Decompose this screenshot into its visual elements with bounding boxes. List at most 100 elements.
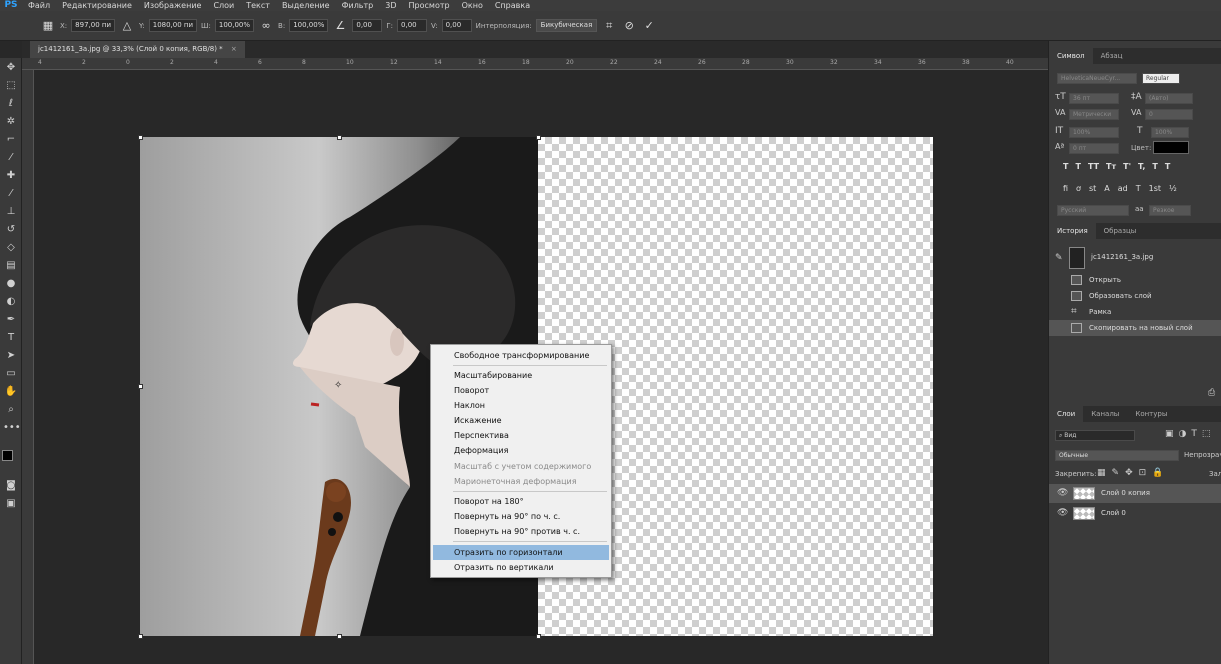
eraser-tool-icon[interactable]: ◇ [3,240,19,256]
relative-position-icon[interactable]: △ [119,18,135,34]
history-step-current[interactable]: Скопировать на новый слой [1049,320,1221,336]
reference-point-icon[interactable]: ▦ [40,18,56,34]
tab-history[interactable]: История [1049,223,1096,239]
context-menu-item[interactable]: Повернуть на 90° по ч. с. [433,509,609,524]
shape-tool-icon[interactable]: ▭ [3,366,19,382]
foreground-color-swatch[interactable] [2,450,13,461]
menu-edit[interactable]: Редактирование [56,1,138,10]
v-skew-field[interactable]: 0,00 [441,19,472,32]
leading-field[interactable]: (Авто) [1145,93,1193,104]
shape-filter-icon[interactable]: ⬚ [1202,429,1211,439]
superscript-button[interactable]: T' [1123,162,1131,171]
menu-help[interactable]: Справка [489,1,536,10]
tab-paths[interactable]: Контуры [1127,406,1175,422]
context-menu-item[interactable]: Поворот [433,383,609,398]
healing-brush-tool-icon[interactable]: ✚ [3,168,19,184]
adjustment-filter-icon[interactable]: ◑ [1179,429,1187,439]
snapshot-name[interactable]: jc1412161_3a.jpg [1091,253,1153,261]
small-caps-button[interactable]: Tт [1106,162,1116,171]
context-menu-item[interactable]: Перспектива [433,428,609,443]
reference-point-crosshair-icon[interactable]: ✧ [334,380,342,391]
subscript-button[interactable]: T, [1138,162,1145,171]
baseline-shift-field[interactable]: 0 пт [1069,143,1119,154]
old-style-button[interactable]: ơ [1076,184,1081,193]
history-brush-source-icon[interactable]: ✎ [1055,253,1063,263]
context-menu-item[interactable]: Свободное трансформирование [433,348,609,363]
cancel-transform-icon[interactable]: ⊘ [621,18,637,34]
layer-filter-select[interactable]: ⌕ Вид [1055,430,1135,441]
commit-transform-icon[interactable]: ✓ [641,18,657,34]
horizontal-scale-field[interactable]: 100% [1151,127,1189,138]
lock-all-icon[interactable]: 🔒 [1152,468,1163,478]
history-step[interactable]: ⌗ Рамка [1049,304,1221,320]
ligatures-button[interactable]: fi [1063,184,1068,193]
history-step[interactable]: Образовать слой [1049,288,1221,304]
type-tool-icon[interactable]: T [3,330,19,346]
tab-character[interactable]: Символ [1049,48,1093,64]
y-field[interactable]: 1080,00 пи [148,19,198,32]
gradient-tool-icon[interactable]: ▤ [3,258,19,274]
tab-layers[interactable]: Слои [1049,406,1084,422]
clone-stamp-tool-icon[interactable]: ⊥ [3,204,19,220]
underline-button[interactable]: T [1152,162,1157,171]
all-caps-button[interactable]: TT [1088,162,1099,171]
tab-paragraph[interactable]: Абзац [1093,48,1131,64]
crop-tool-icon[interactable]: ⌐ [3,132,19,148]
path-selection-tool-icon[interactable]: ➤ [3,348,19,364]
height-field[interactable]: 100,00% [289,19,329,32]
font-style-select[interactable]: Regular [1142,73,1180,84]
vertical-scale-field[interactable]: 100% [1069,127,1119,138]
context-menu-item[interactable]: Поворот на 180° [433,494,609,509]
font-family-select[interactable]: HelveticaNeueCyr... [1057,73,1137,84]
context-menu-item[interactable]: Деформация [433,443,609,458]
text-color-swatch[interactable] [1153,141,1189,154]
strikethrough-button[interactable]: T [1165,162,1170,171]
blend-mode-select[interactable]: Обычные [1055,450,1179,461]
tab-channels[interactable]: Каналы [1083,406,1127,422]
antialias-select[interactable]: Резкое [1149,205,1191,216]
context-menu-item[interactable]: Отразить по горизонтали [433,545,609,560]
quick-mask-icon[interactable]: ◙ [3,478,19,494]
visibility-eye-icon[interactable]: 👁 [1057,484,1068,503]
context-menu-item[interactable]: Повернуть на 90° против ч. с. [433,524,609,539]
close-tab-icon[interactable]: × [231,45,237,53]
context-menu-item[interactable]: Наклон [433,398,609,413]
width-field[interactable]: 100,00% [214,19,255,32]
tracking-field[interactable]: 0 [1145,109,1193,120]
menu-3d[interactable]: 3D [379,1,402,10]
angle-field[interactable]: 0,00 [352,19,383,32]
type-filter-icon[interactable]: T [1191,429,1197,439]
move-tool-icon[interactable]: ✥ [3,60,19,76]
lock-position-icon[interactable]: ✥ [1125,468,1133,478]
menu-file[interactable]: Файл [22,1,56,10]
new-snapshot-icon[interactable]: ⎙ [1208,388,1215,398]
magic-wand-tool-icon[interactable]: ✲ [3,114,19,130]
titling-button[interactable]: T [1136,184,1141,193]
transform-handle-top[interactable] [337,135,342,140]
brush-tool-icon[interactable]: ⁄ [3,186,19,202]
context-menu-item[interactable]: Масштабирование [433,368,609,383]
kerning-field[interactable]: Метрически [1069,109,1119,120]
menu-image[interactable]: Изображение [138,1,208,10]
transform-handle-bottom[interactable] [337,634,342,639]
menu-filter[interactable]: Фильтр [336,1,380,10]
transform-handle-bottom-right[interactable] [536,634,541,639]
visibility-eye-icon[interactable]: 👁 [1057,504,1068,523]
lock-artboard-icon[interactable]: ⊡ [1139,468,1147,478]
history-brush-tool-icon[interactable]: ↺ [3,222,19,238]
history-step[interactable]: Открыть [1049,272,1221,288]
faux-bold-button[interactable]: T [1063,162,1068,171]
stylistic-alternates-button[interactable]: ad [1118,184,1128,193]
transform-handle-top-left[interactable] [138,135,143,140]
document-tab[interactable]: jc1412161_3a.jpg @ 33,3% (Слой 0 копия, … [30,41,245,58]
pen-tool-icon[interactable]: ✒ [3,312,19,328]
context-menu-item[interactable]: Отразить по вертикали [433,560,609,575]
screen-mode-icon[interactable]: ▣ [3,496,19,512]
menu-window[interactable]: Окно [456,1,489,10]
lasso-tool-icon[interactable]: ℓ [3,96,19,112]
hand-tool-icon[interactable]: ✋ [3,384,19,400]
menu-layers[interactable]: Слои [207,1,240,10]
x-field[interactable]: 897,00 пи [71,19,116,32]
more-tools-icon[interactable]: ••• [3,420,21,436]
pixel-filter-icon[interactable]: ▣ [1165,429,1174,439]
